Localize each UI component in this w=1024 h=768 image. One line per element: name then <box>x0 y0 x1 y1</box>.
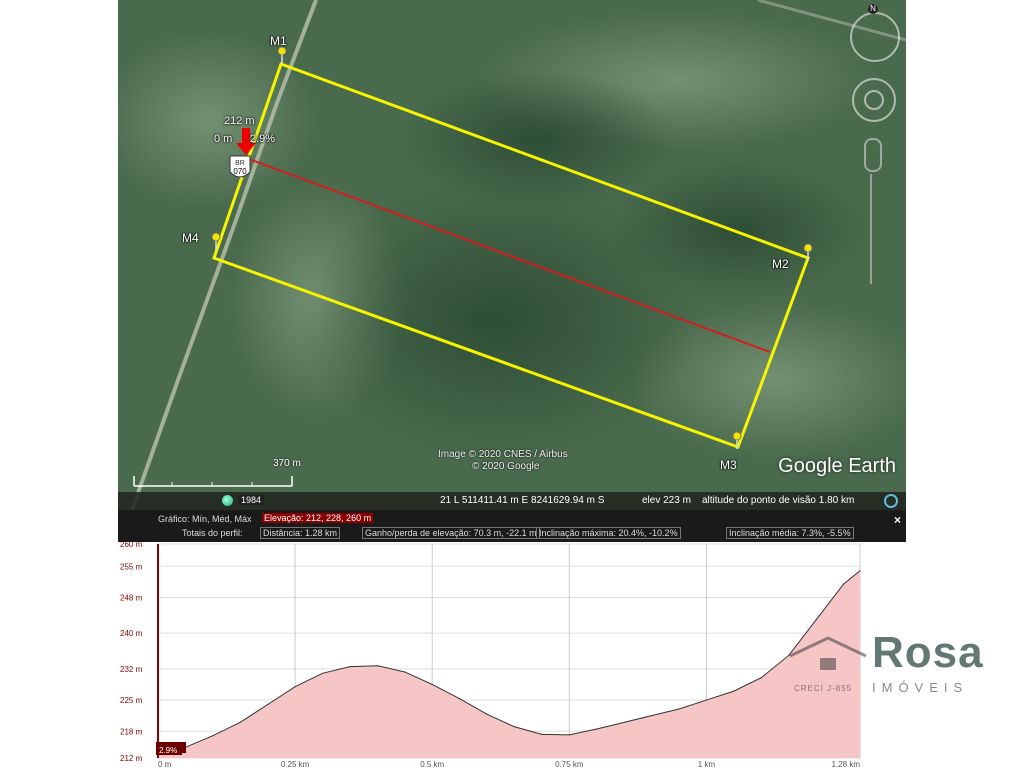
marker-label-m3[interactable]: M3 <box>720 458 737 472</box>
x-tick-label: 0.75 km <box>555 760 584 768</box>
zoom-slider[interactable] <box>870 174 872 284</box>
graph-label: Gráfico: Mín, Méd, Máx <box>158 514 252 524</box>
marker-label-m4[interactable]: M4 <box>182 231 199 245</box>
elevation-point <box>623 721 625 723</box>
road-shield-top: BR <box>235 160 245 167</box>
elevation-point <box>815 619 817 621</box>
y-tick-label: 260 m <box>120 542 143 549</box>
watermark-brand: Rosa <box>872 628 984 677</box>
streaming-indicator-icon <box>884 494 898 508</box>
imagery-credit: Image © 2020 CNES / Airbus <box>438 449 568 460</box>
navigation-controls[interactable]: N <box>842 2 902 302</box>
satellite-imagery: BR 070 <box>118 0 906 510</box>
elevation-point <box>459 698 461 700</box>
y-tick-label: 212 m <box>120 754 143 763</box>
cursor-coordinates: 21 L 511411.41 m E 8241629.94 m S <box>440 495 605 506</box>
y-tick-label: 218 m <box>120 727 143 736</box>
pushpin-icon[interactable] <box>211 232 221 250</box>
elevation-point <box>376 665 378 667</box>
cursor-slope: 2.9% <box>250 133 276 145</box>
scale-label: 370 m <box>273 458 301 469</box>
avg-slope-summary: Inclinação média: 7.3%, -5.5% <box>726 527 854 539</box>
y-tick-label: 225 m <box>120 696 143 705</box>
elevation-point <box>705 699 708 701</box>
x-tick-label: 0 m <box>158 760 172 768</box>
status-bar: 1984 21 L 511411.41 m E 8241629.94 m S e… <box>118 492 906 510</box>
pushpin-icon[interactable] <box>277 46 287 64</box>
elevation-point <box>678 708 680 710</box>
elevation-point <box>568 734 570 736</box>
pushpin-icon[interactable] <box>732 431 742 449</box>
elevation-point <box>431 683 433 686</box>
y-tick-label: 255 m <box>120 562 143 571</box>
x-tick-label: 1.28 km <box>832 760 861 768</box>
cursor-distance: 0 m <box>214 133 233 145</box>
look-center-icon[interactable] <box>864 90 884 110</box>
elevation-point <box>596 728 598 730</box>
imagery-year-badge[interactable]: 1984 <box>238 495 265 505</box>
cursor-elevation: 212 m <box>224 115 255 127</box>
elevation-point <box>349 666 351 668</box>
cursor-elevation-readout: elev 223 m <box>642 495 691 506</box>
x-tick-label: 0.25 km <box>281 760 310 768</box>
elevation-point <box>321 672 324 674</box>
elevation-point <box>404 671 406 673</box>
cursor-slope-tag: 2.9% <box>159 746 177 755</box>
compass-ring-icon[interactable] <box>850 12 900 62</box>
copyright-credit: © 2020 Google <box>472 461 540 472</box>
elevation-point <box>842 583 845 585</box>
gain-loss-summary: Ganho/perda de elevação: 70.3 m, -22.1 m <box>362 527 540 539</box>
watermark-creci: CRECI J-855 <box>794 684 853 693</box>
road-shield-number: 070 <box>233 167 247 176</box>
close-button[interactable]: × <box>894 513 901 527</box>
compass-north-icon[interactable]: N <box>868 4 878 14</box>
historical-imagery-icon[interactable] <box>222 495 233 506</box>
x-tick-label: 0.5 km <box>420 760 444 768</box>
totals-label: Totais do perfil: <box>182 528 243 538</box>
max-slope-summary: Inclinação máxima: 20.4%, -10.2% <box>536 527 681 539</box>
elevation-point <box>760 677 762 679</box>
house-logo-icon <box>789 636 867 670</box>
elevation-point <box>239 721 241 723</box>
map-view[interactable]: BR 070 M1 M2 M3 M4 212 m 0 m 2.9% Image … <box>118 0 906 510</box>
marker-label-m2[interactable]: M2 <box>772 257 789 271</box>
elevation-point <box>212 735 214 737</box>
x-tick-label: 1 km <box>698 760 716 768</box>
elevation-point <box>733 690 735 692</box>
elevation-point <box>486 713 488 715</box>
scale-bar <box>133 476 293 487</box>
distance-summary: Distância: 1.28 km <box>260 527 341 539</box>
elevation-point <box>541 733 543 735</box>
y-tick-label: 248 m <box>120 594 143 603</box>
elevation-point <box>267 703 269 706</box>
y-tick-label: 232 m <box>120 665 143 674</box>
elevation-point <box>294 686 296 688</box>
y-tick-label: 240 m <box>120 629 143 638</box>
elevation-summary[interactable]: Elevação: 212, 228, 260 m <box>262 513 374 523</box>
watermark: Rosa CRECI J-855 IMÓVEIS <box>780 628 1020 708</box>
pushpin-icon[interactable] <box>803 243 813 261</box>
profile-summary-bar: Gráfico: Mín, Méd, Máx Elevação: 212, 22… <box>118 510 906 542</box>
elevation-point <box>859 570 861 572</box>
eye-altitude: altitude do ponto de visão 1.80 km <box>702 495 855 506</box>
google-earth-logo: Google Earth <box>778 455 896 477</box>
watermark-imoveis: IMÓVEIS <box>872 680 969 695</box>
marker-label-m1[interactable]: M1 <box>270 34 287 48</box>
street-view-icon[interactable] <box>864 138 882 172</box>
elevation-point <box>513 726 516 728</box>
elevation-point <box>650 715 653 717</box>
